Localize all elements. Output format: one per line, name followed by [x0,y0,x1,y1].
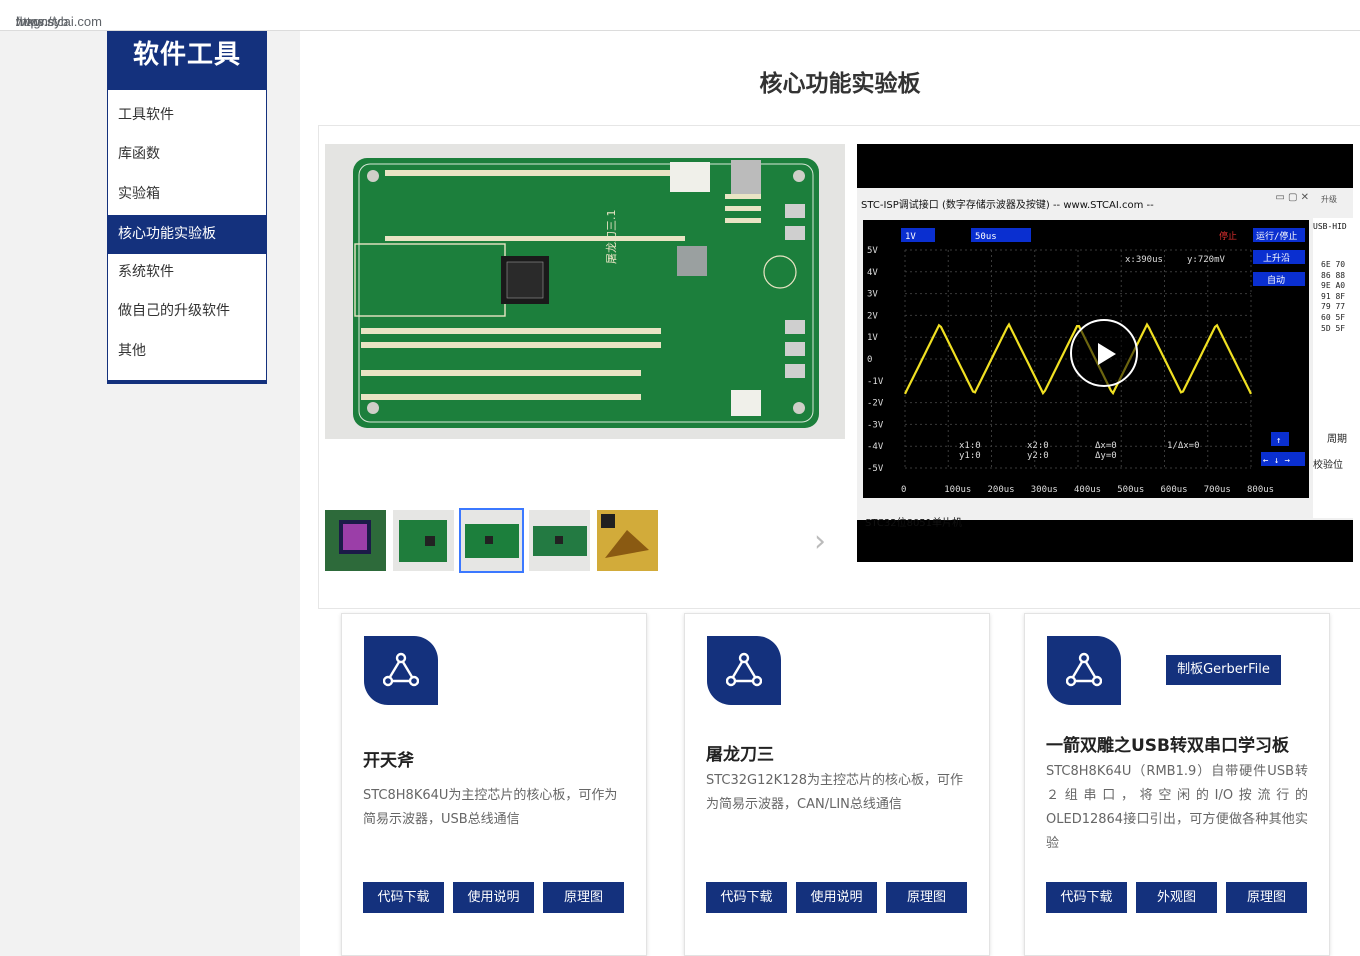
sidebar-item-libraries[interactable]: 库函数 [108,135,266,174]
y-tick-label: -2V [867,399,884,409]
y-tick-label: 5V [867,246,878,256]
sidebar-item-other[interactable]: 其他 [108,332,266,371]
y-tick-label: 2V [867,311,878,321]
thumbnail-2[interactable] [393,510,454,571]
media-gallery: 屠龙刀三.1 › STC-ISP调试接口 (数字存储示波器及按键) -- www… [318,125,1360,609]
parity-label: 校验位 [1313,460,1343,471]
code-download-button[interactable]: 代码下载 [363,882,444,913]
auto-label: 自动 [1267,274,1285,286]
appearance-button[interactable]: 外观图 [1136,882,1217,913]
window-controls: ▭ ▢ ✕ [1275,192,1309,203]
code-download-button[interactable]: 代码下载 [706,882,787,913]
hex-dump: 6E 70 86 88 9E A0 91 8F 79 77 60 5F 5D 5… [1321,260,1346,333]
schematic-button[interactable]: 原理图 [886,882,967,913]
thumbnail-1[interactable] [325,510,386,571]
play-button[interactable] [1070,319,1138,387]
share-nodes-icon [364,636,438,705]
y-tick-label: 1V [867,333,878,343]
product-card-kaitianfu: 开天斧 STC8H8K64U为主控芯片的核心板，可作为简易示波器，USB总线通信… [341,613,647,956]
y-tick-label: 4V [867,268,878,278]
cursor-x-readout: x:390us [1125,255,1163,265]
marker-y1: y1:0 [959,451,981,461]
share-nodes-icon [1047,636,1121,705]
y-tick-label: -4V [867,442,884,452]
usb-hid-label: USB-HID [1313,222,1347,231]
sidebar-item-tool-software[interactable]: 工具软件 [108,96,266,135]
video-caption: STC32位8051单片机 [865,518,963,529]
sidebar: 软件工具 工具软件 库函数 实验箱 核心功能实验板 系统软件 做自己的升级软件 … [107,31,267,384]
window-title: STC-ISP调试接口 (数字存储示波器及按键) -- www.STCAI.co… [861,200,1154,211]
period-label: 周期 [1327,434,1347,445]
sidebar-item-core-board[interactable]: 核心功能实验板 [108,215,266,254]
product-card-tulongdao: 屠龙刀三 STC32G12K128为主控芯片的核心板，可作为简易示波器，CAN/… [684,613,990,956]
manual-button[interactable]: 使用说明 [453,882,534,913]
video-player[interactable]: STC-ISP调试接口 (数字存储示波器及按键) -- www.STCAI.co… [857,144,1353,562]
thumbnail-4[interactable] [529,510,590,571]
play-icon [1098,343,1116,365]
cursor-y-readout: y:720mV [1187,255,1226,265]
marker-inv-dx: 1/Δx=0 [1167,441,1200,451]
upgrade-label: 升级 [1321,195,1337,204]
thumbnail-5[interactable] [597,510,658,571]
sidebar-item-system-software[interactable]: 系统软件 [108,253,266,292]
card-description: STC8H8K64U为主控芯片的核心板，可作为简易示波器，USB总线通信 [363,788,618,827]
marker-x2: x2:0 [1027,441,1049,451]
stop-label: 停止 [1219,230,1237,242]
sidebar-item-upgrade-software[interactable]: 做自己的升级软件 [108,292,266,331]
schematic-button[interactable]: 原理图 [543,882,624,913]
card-title: 开天斧 [363,751,414,771]
x-tick-label: 600us [1161,485,1188,495]
y-tick-label: -5V [867,464,884,474]
marker-dx: Δx=0 [1095,441,1117,451]
code-download-button[interactable]: 代码下载 [1046,882,1127,913]
chevron-right-icon[interactable]: › [814,524,826,559]
product-card-usb-dual-uart: 制板GerberFile 一箭双雕之USB转双串口学习板 STC8H8K64U（… [1024,613,1330,956]
marker-y2: y2:0 [1027,451,1049,461]
card-description: STC32G12K128为主控芯片的核心板，可作为简易示波器，CAN/LIN总线… [706,773,964,812]
run-stop-label: 运行/停止 [1256,230,1297,242]
gerber-file-button[interactable]: 制板GerberFile [1166,655,1281,685]
side-panel: 升级 USB-HID 6E 70 86 88 9E A0 91 8F 79 77… [1313,195,1353,518]
x-tick-label: 400us [1074,485,1101,495]
x-tick-label: 800us [1247,485,1274,495]
time-div-label: 50us [975,232,997,242]
y-tick-label: 3V [867,290,878,300]
rising-edge-label: 上升沿 [1263,253,1290,264]
y-tick-label: -3V [867,420,884,430]
sidebar-title: 软件工具 [108,32,266,90]
thumbnail-3[interactable] [459,508,524,573]
marker-x1: x1:0 [959,441,981,451]
card-description: STC8H8K64U（RMB1.9）自带硬件USB转２组串口，将空闲的I/O按流… [1046,764,1308,851]
x-tick-label: 500us [1117,485,1144,495]
board-photo[interactable]: 屠龙刀三.1 [325,144,845,439]
card-title: 一箭双雕之USB转双串口学习板 [1046,736,1290,756]
address-bar[interactable]: https://www.stcai.com/hxgnsyb [0,0,1360,31]
svg-text:屠龙刀三.1: 屠龙刀三.1 [605,210,618,265]
share-nodes-icon [707,636,781,705]
manual-button[interactable]: 使用说明 [796,882,877,913]
volt-div-label: 1V [905,232,916,242]
x-tick-label: 100us [944,485,971,495]
sidebar-item-lab-box[interactable]: 实验箱 [108,175,266,214]
card-title: 屠龙刀三 [706,745,774,765]
x-tick-label: 0 [901,485,906,495]
x-tick-label: 200us [988,485,1015,495]
arrow-keys-icon: ← ↓ → [1263,456,1291,466]
page-title: 核心功能实验板 [759,71,921,97]
marker-dy: Δy=0 [1095,451,1117,461]
x-tick-label: 700us [1204,485,1231,495]
y-tick-label: -1V [867,377,884,387]
x-tick-label: 300us [1031,485,1058,495]
schematic-button[interactable]: 原理图 [1226,882,1307,913]
y-tick-label: 0 [867,355,872,365]
arrow-up-icon: ↑ [1276,436,1281,446]
